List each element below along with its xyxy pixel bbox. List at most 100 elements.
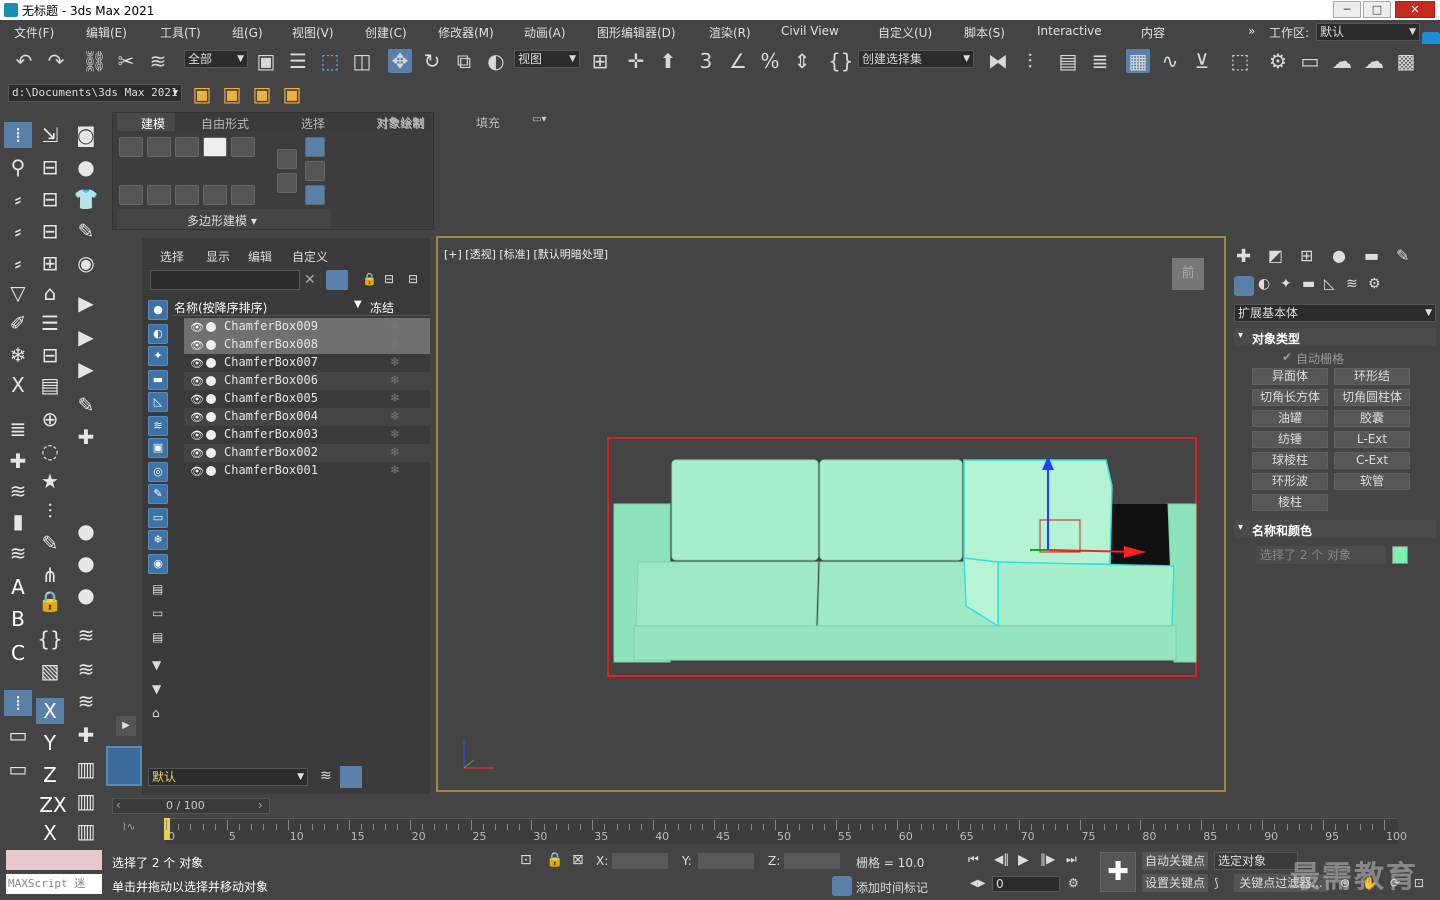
select-move-icon[interactable]: ✥ <box>388 49 412 73</box>
chamfer-box-button[interactable]: 切角长方体 <box>1252 389 1328 406</box>
goto-start-icon[interactable]: ⏮ <box>968 852 979 867</box>
menu-civil-view[interactable]: Civil View <box>781 24 839 38</box>
ribbon-options-icon[interactable]: ▭▾ <box>532 114 546 125</box>
ribbon-side3-icon[interactable] <box>305 137 325 157</box>
funnel1-icon[interactable]: ▼ <box>152 658 161 672</box>
geometry-icon[interactable] <box>1234 276 1254 296</box>
select-scale-icon[interactable]: ⧉ <box>452 49 476 73</box>
chamfer-cyl-button[interactable]: 切角圆柱体 <box>1334 389 1410 406</box>
eye-icon[interactable]: 👁 <box>190 429 204 442</box>
next-frame-icon[interactable]: ‖▶ <box>1040 852 1055 866</box>
shirt-icon[interactable]: 👕 <box>72 186 100 212</box>
add-time-tag[interactable]: 添加时间标记 <box>856 879 928 896</box>
pan-icon[interactable]: ✋ <box>1362 876 1377 890</box>
capsule-button[interactable]: 胶囊 <box>1334 410 1410 427</box>
table-row[interactable]: 👁 ChamferBox003 ❄ <box>184 426 430 444</box>
ribbon-tool5-icon[interactable] <box>231 185 255 205</box>
freeze-icon[interactable]: ❄ <box>390 463 400 477</box>
filter-shapes-icon[interactable]: ◐ <box>148 324 168 344</box>
hose-button[interactable]: 软管 <box>1334 473 1410 490</box>
render-dot-icon[interactable] <box>206 412 216 422</box>
menu-views[interactable]: 视图(V) <box>292 24 334 41</box>
sphere-icon[interactable]: ● <box>72 154 100 180</box>
render-setup-icon[interactable]: ⚙ <box>1266 49 1290 73</box>
freeze-icon[interactable]: ❄ <box>390 409 400 423</box>
display-all-icon[interactable]: ▤ <box>152 582 163 596</box>
group-icon[interactable]: ▧ <box>36 658 64 684</box>
snaps-toggle-icon[interactable]: 3 <box>694 49 718 73</box>
text-a-icon[interactable]: A <box>4 574 32 600</box>
ribbon-side2-icon[interactable] <box>277 173 297 193</box>
snowflake-icon[interactable]: ❄ <box>4 342 32 368</box>
layer-explorer-toggle-icon[interactable]: ≋ <box>320 768 332 784</box>
explorer-menu-display[interactable]: 显示 <box>206 248 230 265</box>
stack2-icon[interactable]: ≋ <box>4 540 32 566</box>
select-rotate-icon[interactable]: ↻ <box>420 49 444 73</box>
layer-add2-icon[interactable]: ✚ <box>4 448 32 474</box>
trash-icon[interactable]: ▥ <box>72 756 100 782</box>
select-object-icon[interactable]: ▣ <box>254 49 278 73</box>
stack4-icon[interactable]: ▥ <box>72 818 100 844</box>
set-project-icon[interactable]: ▣ <box>280 82 304 106</box>
wrench-icon[interactable]: ✎ <box>72 392 100 418</box>
render-dot-icon[interactable] <box>206 430 216 440</box>
freeze-icon[interactable]: ❄ <box>390 445 400 459</box>
project-folder-icon[interactable]: ▣ <box>250 82 274 106</box>
mirror-icon[interactable]: ⧓ <box>986 49 1010 73</box>
rect-selection-icon[interactable]: ⬚ <box>318 49 342 73</box>
filter-helpers-icon[interactable]: ◺ <box>148 392 168 412</box>
viewport-layout-tab[interactable] <box>106 746 142 786</box>
ribbon-tab-populate[interactable]: 填充 <box>476 114 500 131</box>
menu-scripting[interactable]: 脚本(S) <box>964 24 1005 41</box>
eye-icon[interactable]: 👁 <box>190 465 204 478</box>
filter-geometry-icon[interactable]: ● <box>148 300 168 320</box>
plus-icon[interactable]: ✚ <box>72 424 100 450</box>
play-frame2-icon[interactable]: ▶ <box>72 356 100 382</box>
maximize-viewport-icon[interactable]: ⊡ <box>1414 876 1424 890</box>
pen2-icon[interactable]: ✎ <box>36 530 64 556</box>
viewport-icon[interactable]: ◙ <box>72 122 100 148</box>
filter-bones-icon[interactable]: ✎ <box>148 484 168 504</box>
unlink-icon[interactable]: ✂ <box>114 49 138 73</box>
filter-groups-icon[interactable]: ▣ <box>148 438 168 458</box>
display-none-icon[interactable]: ▭ <box>152 606 163 620</box>
axis-zx-icon[interactable]: ZX <box>36 792 70 818</box>
orbit-icon[interactable]: ⟳ <box>1390 876 1400 890</box>
prism-button[interactable]: 棱柱 <box>1252 494 1328 511</box>
ribbon-tab-selection[interactable]: 选择 <box>301 115 325 132</box>
explorer-search-input[interactable] <box>150 270 300 290</box>
hierarchy-tab-icon[interactable]: ⊞ <box>1300 246 1313 265</box>
node-icon[interactable]: ⊕ <box>36 406 64 432</box>
freeze-icon[interactable]: ❄ <box>390 319 400 333</box>
rendered-frame-icon[interactable]: ▭ <box>1298 49 1322 73</box>
toggle-ribbon-icon[interactable]: ▦ <box>1126 49 1150 73</box>
render-dot-icon[interactable] <box>206 358 216 368</box>
rect-select-icon[interactable]: ▮ <box>4 508 32 534</box>
layers2-icon[interactable]: ≋ <box>72 622 100 648</box>
spacewarps-icon[interactable]: ≋ <box>1346 276 1358 292</box>
element-mode-icon[interactable] <box>231 137 255 157</box>
circle3-icon[interactable]: ● <box>72 582 100 608</box>
hierarchy-icon[interactable]: ⋔ <box>36 562 64 588</box>
maxscript-listener[interactable] <box>6 850 102 870</box>
layer-stack-icon[interactable]: ≋ <box>4 478 32 504</box>
time-config-icon[interactable]: ⚙ <box>1068 876 1079 890</box>
stack-down-icon[interactable]: ⊟ <box>36 342 64 368</box>
axis-xy-icon[interactable]: X <box>36 820 64 846</box>
select-grid-icon[interactable]: ⁞ <box>4 122 32 148</box>
filter-icon[interactable] <box>326 270 348 290</box>
goto-end-icon[interactable]: ⏭ <box>1066 852 1077 867</box>
path-icon[interactable]: ⸗ <box>4 186 32 212</box>
torus-knot-button[interactable]: 环形结 <box>1334 368 1410 385</box>
menu-animation[interactable]: 动画(A) <box>524 24 566 41</box>
menu-group[interactable]: 组(G) <box>232 24 263 41</box>
menu-content[interactable]: 内容 <box>1141 24 1165 41</box>
modify-tab-icon[interactable]: ◩ <box>1268 246 1283 265</box>
border-mode-icon[interactable] <box>175 137 199 157</box>
minimize-button[interactable]: ─ <box>1333 1 1361 18</box>
systems-icon[interactable]: ⚙ <box>1368 276 1381 292</box>
oil-tank-button[interactable]: 油罐 <box>1252 410 1328 427</box>
z-coord-input[interactable] <box>784 853 840 869</box>
object-color-swatch[interactable] <box>1392 546 1408 564</box>
maximize-button[interactable]: □ <box>1363 1 1391 18</box>
